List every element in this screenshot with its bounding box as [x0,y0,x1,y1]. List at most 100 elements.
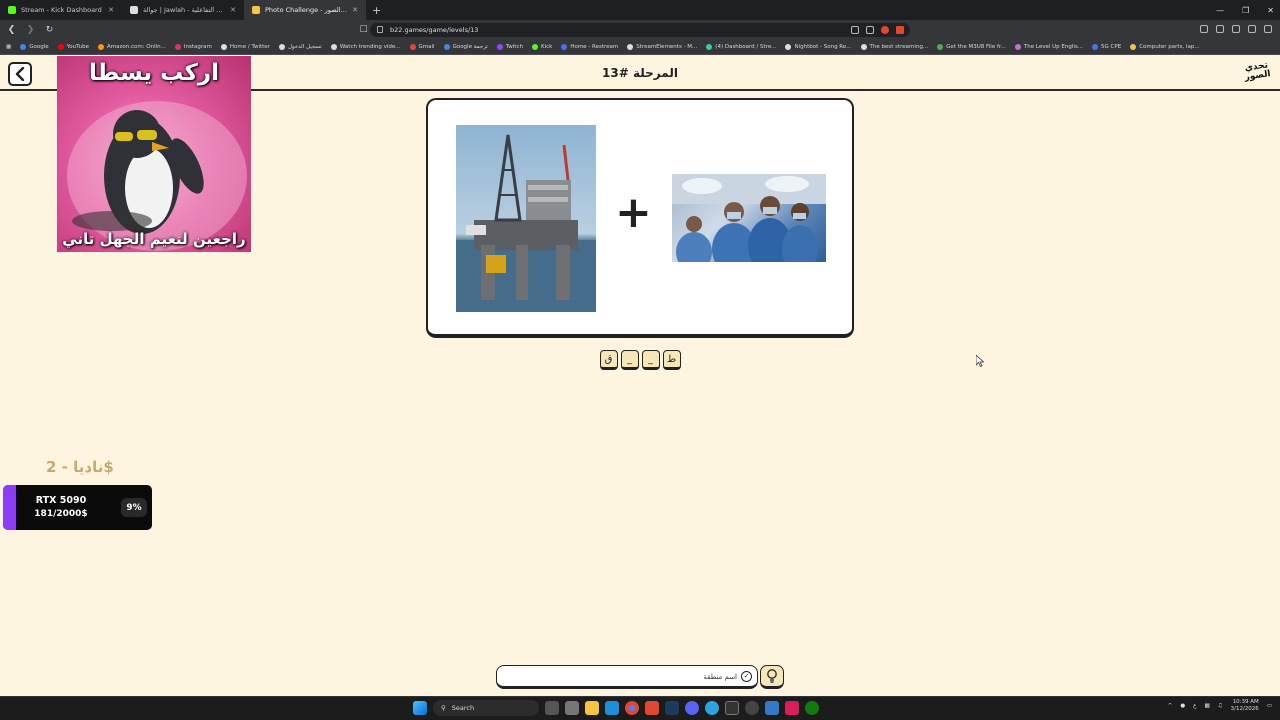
bookmark-favicon-icon [20,44,27,50]
bookmark-label: Watch trending vide... [339,44,401,50]
tab-strip: Stream - Kick Dashboard ✕ جوالة | Jawlah -… [0,0,366,20]
bookmark-item[interactable]: The Level Up Englis... [1014,44,1084,50]
letter-tile[interactable]: ق [599,350,618,370]
network-icon[interactable]: ▩ [1204,703,1209,709]
game-app-icon[interactable] [785,701,799,715]
reload-icon[interactable]: ↻ [42,25,57,35]
file-explorer-icon[interactable] [585,701,599,715]
letter-tile[interactable]: _ [620,350,639,370]
edge-icon[interactable] [605,701,619,715]
bookmark-item[interactable]: Google [20,44,49,50]
bookmark-label: Gmail [418,44,435,50]
tab-favicon-icon [8,6,16,14]
forward-nav-icon[interactable]: ❯ [23,25,38,35]
bookmark-item[interactable]: Nightbot - Song Re... [785,44,852,50]
bookmark-item[interactable]: The best streaming... [860,44,928,50]
chrome-icon[interactable] [625,701,639,715]
bookmark-item[interactable]: YouTube [57,44,89,50]
hint-button[interactable] [760,665,784,689]
bookmark-item[interactable]: Amazon.com: Onlin... [97,44,166,50]
notifications-icon[interactable]: ▭ [1267,703,1272,709]
restore-icon[interactable]: ❐ [1242,6,1249,15]
site-logo[interactable]: تحدي الصور [1243,60,1271,82]
donation-goal-widget: RTX 5090 181/2000$ 9% [3,485,152,530]
vpn-icon[interactable] [1248,25,1256,33]
taskbar-search[interactable]: ⚲ Search [433,700,539,716]
bookmark-item[interactable]: Instagram [174,44,212,50]
meme-top-caption: اركب يسطا [89,60,219,86]
bookmark-item[interactable]: Computer parts, lap... [1130,44,1200,50]
tab-title: Stream - Kick Dashboard [21,6,102,14]
bookmark-item[interactable]: Home / Twitter [220,44,270,50]
goal-amount: 181/2000$ [34,509,88,519]
terminal-icon[interactable] [725,701,739,715]
task-view-icon[interactable] [545,701,559,715]
new-tab-button[interactable]: + [366,4,387,17]
volume-icon[interactable]: ♫ [1218,703,1223,709]
bookmark-label: Instagram [183,44,212,50]
share-icon[interactable] [866,26,874,34]
back-nav-icon[interactable]: ❮ [4,25,19,35]
obs-icon[interactable] [745,701,759,715]
browser-tab[interactable]: جوالة | Jawlah - منصة الألعاب التفاعلية ✕ [122,0,244,20]
answer-tiles: ق _ _ ط [0,350,1280,370]
steam-icon[interactable] [665,701,679,715]
brave-icon[interactable] [645,701,659,715]
bookmark-item[interactable]: Watch trending vide... [330,44,401,50]
brave-shield-icon[interactable] [881,26,889,34]
bookmarks-bar: ▦ Google YouTube Amazon.com: Onlin... Insta… [0,40,1280,55]
goal-progress-fill [3,485,16,530]
close-tab-icon[interactable]: ✕ [352,6,358,14]
chevron-up-icon[interactable]: ^ [1168,703,1173,709]
bookmark-item[interactable]: Twitch [496,44,523,50]
xbox-icon[interactable] [805,701,819,715]
browser-tab[interactable]: Stream - Kick Dashboard ✕ [0,0,122,20]
site-info-icon[interactable] [377,26,383,33]
bookmark-item[interactable]: StreamElements - M... [627,44,697,50]
bookmark-favicon-icon [97,44,104,50]
bookmark-favicon-icon [330,44,337,50]
letter-tile[interactable]: _ [641,350,660,370]
back-button[interactable] [8,62,32,86]
bookmark-page-icon[interactable]: ☐ [356,25,371,35]
bookmark-item[interactable]: Get the M3U8 File fr... [937,44,1006,50]
close-window-icon[interactable]: ✕ [1267,6,1274,15]
meme-bottom-caption: راجعين لنعيم الجهل تاني [62,230,246,248]
bookmark-item[interactable]: تسجيل الدخول [278,44,322,50]
close-tab-icon[interactable]: ✕ [108,6,114,14]
app-icon[interactable] [765,701,779,715]
bookmark-item[interactable]: (4) Dashboard / Stre... [706,44,776,50]
bookmark-item[interactable]: Home - Restream [561,44,618,50]
extensions-icon[interactable] [1200,25,1208,33]
bookmark-favicon-icon [706,44,713,50]
close-tab-icon[interactable]: ✕ [230,6,236,14]
clock[interactable]: 10:39 AM 3/12/2026 [1231,699,1259,713]
taskbar-search-label: Search [451,704,475,712]
address-bar[interactable]: b22.games/game/levels/13 [370,23,910,37]
bookmark-label: YouTube [66,44,89,50]
check-circle-icon[interactable]: ✓ [741,671,752,682]
apps-icon[interactable]: ▦ [6,44,11,50]
sidebar-icon[interactable] [1216,25,1224,33]
taskbar-apps: ⚲ Search [413,700,819,716]
bookmark-label: The Level Up Englis... [1023,44,1084,50]
browser-tab[interactable]: Photo Challenge - تحدي الصور ✕ [244,0,366,20]
brave-rewards-icon[interactable] [896,26,904,34]
keyboard-layout-icon[interactable]: ع [1193,703,1196,709]
telegram-icon[interactable] [705,701,719,715]
minimize-icon[interactable]: — [1216,6,1224,15]
menu-icon[interactable] [1264,25,1272,33]
windows-start-icon[interactable] [413,701,427,715]
bookmark-item[interactable]: 5G CPE [1092,44,1121,50]
bookmark-item[interactable]: Kick [531,44,552,50]
letter-tile[interactable]: ط [662,350,681,370]
translate-icon[interactable] [851,26,859,34]
bookmark-label: Google [29,44,49,50]
wallet-icon[interactable] [1232,25,1240,33]
microphone-icon[interactable]: ● [1180,703,1185,709]
settings-icon[interactable] [565,701,579,715]
discord-icon[interactable] [685,701,699,715]
bookmark-item[interactable]: Google ترجمة [443,44,488,50]
answer-input[interactable] [505,669,737,684]
bookmark-item[interactable]: Gmail [409,44,435,50]
